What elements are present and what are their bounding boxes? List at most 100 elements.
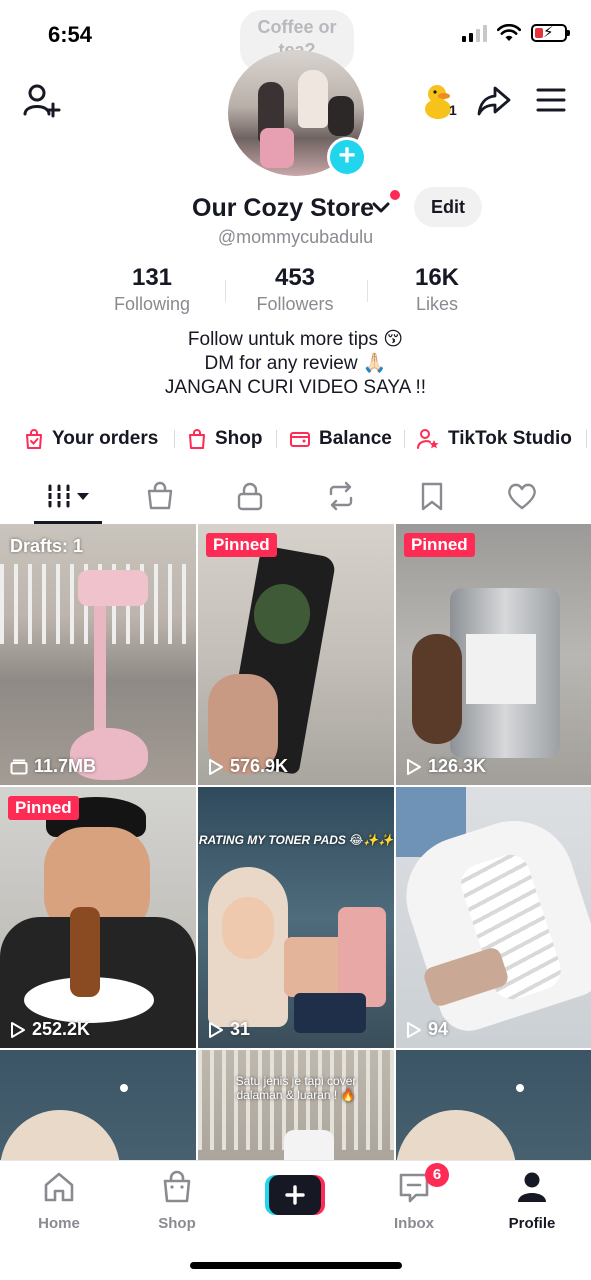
bio-line: Follow untuk more tips 😚 xyxy=(187,329,404,350)
profile-bio: Follow untuk more tips 😚 DM for any revi… xyxy=(0,328,591,400)
video-grid: Drafts: 1 11.7MB Pinned 576.9K Pinned 12… xyxy=(0,524,591,1164)
video-stat: 252.2K xyxy=(10,1019,90,1040)
wifi-icon xyxy=(497,24,521,41)
edit-profile-button[interactable]: Edit xyxy=(414,187,482,227)
quick-link-label: Your orders xyxy=(52,428,159,449)
nav-label: Home xyxy=(38,1215,80,1232)
video-stat-value: 11.7MB xyxy=(34,756,97,776)
quick-links-bar: Your orders Shop Balance TikTok Studio xyxy=(0,420,591,456)
battery-icon: ⚡ xyxy=(531,24,570,42)
video-stat-value: 576.9K xyxy=(230,756,289,776)
video-thumbnail[interactable]: 94 xyxy=(396,787,591,1048)
video-stat: 11.7MB xyxy=(10,756,96,777)
studio-person-star-icon xyxy=(417,429,439,449)
stat-value: 16K xyxy=(414,264,460,291)
nav-shop[interactable]: Shop xyxy=(132,1169,222,1232)
nav-inbox[interactable]: 6 Inbox xyxy=(369,1163,459,1232)
chevron-down-icon[interactable] xyxy=(371,201,391,215)
menu-icon[interactable] xyxy=(536,87,566,113)
lock-icon[interactable] xyxy=(234,480,266,512)
video-thumbnail[interactable]: Pinned 126.3K xyxy=(396,524,591,785)
quick-link-divider xyxy=(404,430,405,448)
your-orders-link[interactable]: Your orders xyxy=(24,424,158,454)
pinned-badge: Pinned xyxy=(8,796,79,820)
quick-link-divider xyxy=(174,430,175,448)
video-stat-value: 252.2K xyxy=(32,1019,91,1039)
video-thumbnail[interactable]: Satu jenis je tapi cover dalaman & luara… xyxy=(198,1050,394,1164)
video-stat-value: 126.3K xyxy=(428,756,487,776)
quick-link-divider xyxy=(276,430,277,448)
drafts-folder-icon xyxy=(10,759,28,774)
video-thumbnail[interactable] xyxy=(396,1050,591,1164)
nav-label: Shop xyxy=(158,1215,196,1232)
shop-icon xyxy=(163,1170,191,1203)
shop-bag-icon[interactable] xyxy=(144,480,176,512)
stat-label: Followers xyxy=(256,294,334,314)
nav-label: Inbox xyxy=(394,1215,434,1232)
tiktok-studio-link[interactable]: TikTok Studio xyxy=(416,424,572,454)
quick-link-divider xyxy=(586,430,587,448)
repost-icon[interactable] xyxy=(325,480,357,512)
pinned-badge: Pinned xyxy=(206,533,277,557)
play-icon xyxy=(209,758,223,775)
stat-likes[interactable]: 16K Likes xyxy=(367,264,507,315)
bio-line: DM for any review 🙏🏻 xyxy=(204,353,387,374)
videos-grid-icon[interactable] xyxy=(46,480,94,512)
notification-dot xyxy=(390,190,400,200)
home-icon xyxy=(44,1172,74,1202)
shopping-bag-icon xyxy=(189,429,205,449)
stat-value: 131 xyxy=(131,264,173,291)
video-thumbnail[interactable]: RATING MY TONER PADS 😂✨✨ 31 xyxy=(198,787,394,1048)
wallet-icon xyxy=(290,432,310,447)
pinned-badge: Pinned xyxy=(404,533,475,557)
status-icons: ⚡ xyxy=(462,24,570,42)
profile-content-tabs xyxy=(0,470,591,524)
video-stat: 126.3K xyxy=(406,756,486,777)
inbox-badge: 6 xyxy=(425,1163,449,1187)
play-icon xyxy=(11,1021,25,1038)
quick-link-label: TikTok Studio xyxy=(448,428,572,449)
orders-bag-icon xyxy=(26,429,42,449)
stat-following[interactable]: 131 Following xyxy=(82,264,222,315)
play-icon xyxy=(407,758,421,775)
play-icon xyxy=(407,1021,421,1038)
video-thumbnail[interactable]: Pinned 576.9K xyxy=(198,524,394,785)
nav-label: Profile xyxy=(508,1215,556,1232)
video-thumbnail-drafts[interactable]: Drafts: 1 11.7MB xyxy=(0,524,196,785)
pet-count: 1 xyxy=(449,102,457,118)
add-story-plus-icon[interactable]: + xyxy=(327,137,367,177)
bookmark-icon[interactable] xyxy=(416,480,448,512)
share-icon[interactable] xyxy=(476,84,512,118)
stat-value: 453 xyxy=(274,264,316,291)
play-icon xyxy=(209,1021,223,1038)
video-stat-value: 31 xyxy=(230,1019,251,1039)
create-post-button[interactable] xyxy=(265,1175,325,1215)
video-stat: 576.9K xyxy=(208,756,288,777)
bio-line: JANGAN CURI VIDEO SAYA !! xyxy=(164,377,427,398)
balance-link[interactable]: Balance xyxy=(289,424,392,454)
video-stat: 31 xyxy=(208,1019,250,1040)
profile-person-icon xyxy=(518,1172,546,1202)
stat-label: Following xyxy=(113,294,191,314)
shop-link[interactable]: Shop xyxy=(187,424,263,454)
video-stat-value: 94 xyxy=(428,1019,449,1039)
cellular-signal-icon xyxy=(462,24,487,42)
video-caption: Satu jenis je tapi cover dalaman & luara… xyxy=(235,1074,357,1102)
quick-link-label: Shop xyxy=(215,428,263,449)
add-friend-icon[interactable] xyxy=(22,82,62,122)
drafts-label: Drafts: 1 xyxy=(10,536,84,556)
heart-icon[interactable] xyxy=(506,480,538,512)
home-indicator xyxy=(190,1262,402,1269)
profile-stats: 131 Following 453 Followers 16K Likes xyxy=(80,264,512,324)
video-thumbnail[interactable] xyxy=(0,1050,196,1164)
status-time: 6:54 xyxy=(48,22,93,47)
nav-home[interactable]: Home xyxy=(14,1169,104,1232)
stat-followers[interactable]: 453 Followers xyxy=(225,264,365,315)
video-thumbnail[interactable]: Pinned 252.2K xyxy=(0,787,196,1048)
stat-label: Likes xyxy=(415,294,459,314)
quick-link-label: Balance xyxy=(319,428,392,449)
video-stat: 94 xyxy=(406,1019,448,1040)
display-name[interactable]: Our Cozy Store xyxy=(192,194,374,223)
nav-profile[interactable]: Profile xyxy=(487,1169,577,1232)
video-caption: RATING MY TONER PADS 😂✨✨ xyxy=(198,833,394,847)
